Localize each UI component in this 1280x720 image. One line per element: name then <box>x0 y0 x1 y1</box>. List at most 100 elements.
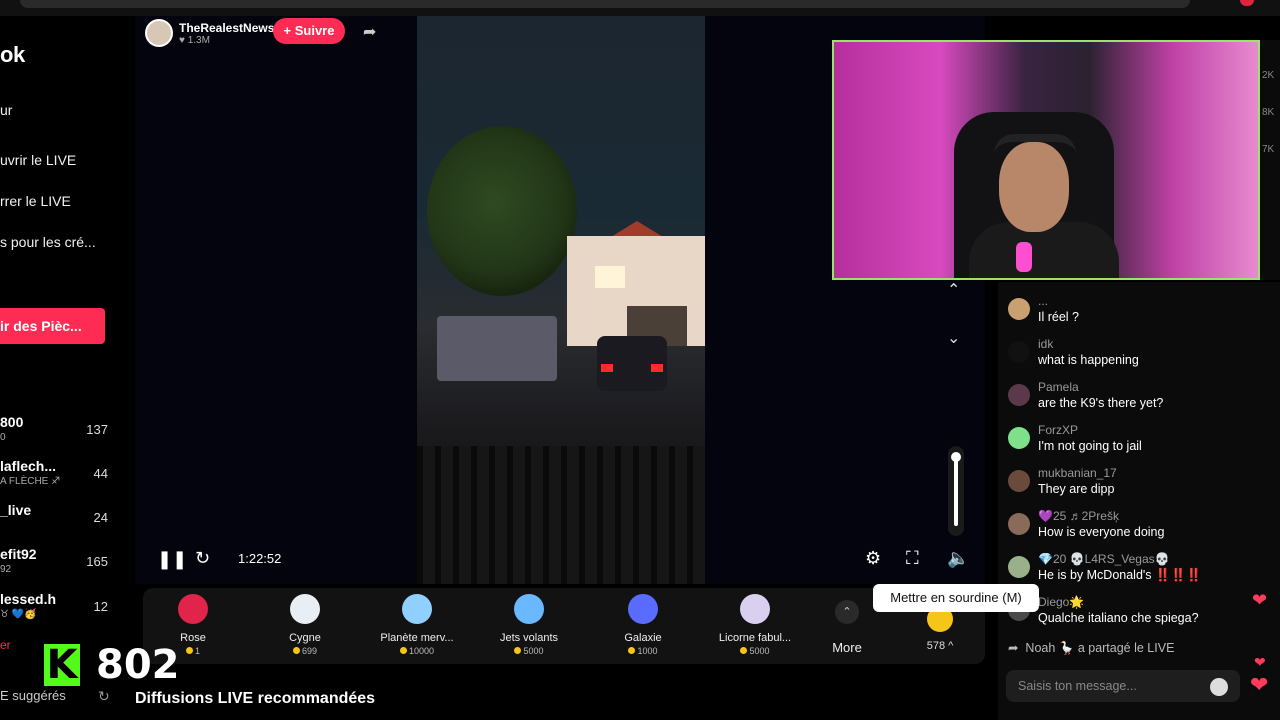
chat-username[interactable]: mukbanian_17 <box>1038 466 1117 480</box>
ranking-name: _live <box>0 502 32 518</box>
chat-text: He is by McDonald's ‼️‼️‼️ <box>1038 568 1202 582</box>
chat-username[interactable]: ... <box>1038 294 1048 308</box>
gifts-bar: Rose 1 Cygne 699 Planète merv... 10000 J… <box>143 588 985 664</box>
side-count: 8K <box>1262 107 1275 118</box>
heart-icon: ❤ <box>1252 590 1268 610</box>
gift-item[interactable]: Galaxie 1000 <box>593 592 693 660</box>
chevron-down-icon[interactable]: ⌄ <box>947 328 960 348</box>
streamer-name[interactable]: TheRealestNews <box>179 21 274 35</box>
chevron-up-icon[interactable]: ⌃ <box>835 600 859 624</box>
jets-icon <box>514 594 544 624</box>
gift-item[interactable]: Cygne 699 <box>255 592 355 660</box>
gift-item[interactable]: Licorne fabul... 5000 <box>705 592 805 660</box>
overlay-count: 802 <box>96 642 180 688</box>
chat-text: How is everyone doing <box>1038 525 1165 539</box>
gift-item[interactable]: Planète merv... 10000 <box>367 592 467 660</box>
coin-icon <box>740 647 748 654</box>
sidebar-item-creators[interactable]: s pour les cré... <box>0 234 96 250</box>
chat-username[interactable]: 💎20 💀L4RS_Vegas💀 <box>1038 552 1170 566</box>
avatar[interactable] <box>1008 556 1030 578</box>
chat-username[interactable]: idk <box>1038 337 1053 351</box>
browser-top-bar <box>0 0 1280 16</box>
pause-icon[interactable]: ❚❚ <box>157 549 187 570</box>
ranking-count: 12 <box>93 599 108 614</box>
chat-input[interactable]: Saisis ton message... <box>1006 670 1240 702</box>
gift-price-value: 5000 <box>523 646 544 656</box>
more-gifts-button[interactable]: More <box>819 640 875 655</box>
avatar[interactable] <box>1008 298 1030 320</box>
gift-price: 10000 <box>367 646 467 656</box>
address-bar[interactable] <box>20 0 1190 8</box>
gift-name: Planète merv... <box>380 632 454 644</box>
video-frame <box>417 16 705 584</box>
ranking-name: lessed.h <box>0 591 57 607</box>
sidebar-item-start-live[interactable]: rrer le LIVE <box>0 193 71 209</box>
record-indicator <box>1240 0 1254 6</box>
rose-icon <box>178 594 208 624</box>
reload-icon[interactable]: ↻ <box>195 548 210 569</box>
ranking-row[interactable]: lessed.h ♉ 💙🥳 12 <box>0 591 120 631</box>
chat-text: Il réel ? <box>1038 310 1079 324</box>
streamer-meta: TheRealestNews ♥ 1.3M <box>179 21 274 46</box>
follow-button[interactable]: + Suivre <box>273 18 345 44</box>
ranking-sub: ♉ 💙🥳 <box>0 609 37 620</box>
left-sidebar: ok ur uvrir le LIVE rrer le LIVE s pour … <box>0 16 125 720</box>
ranking-row[interactable]: _live 24 <box>0 502 120 542</box>
chat-text: are the K9's there yet? <box>1038 396 1164 410</box>
ranking-count: 137 <box>86 422 108 437</box>
kick-logo: K <box>44 644 80 686</box>
chat-username[interactable]: 💜25 ♬2Prešķ <box>1038 509 1119 523</box>
app-logo[interactable]: ok <box>0 42 25 68</box>
avatar[interactable] <box>1008 427 1030 449</box>
gift-price-value: 5000 <box>749 646 770 656</box>
settings-icon[interactable]: ⚙ <box>865 548 881 569</box>
side-count: 7K <box>1262 144 1275 155</box>
share-notice-text: Noah 🪿 a partagé le LIVE <box>1025 641 1175 655</box>
gift-name: Jets volants <box>499 632 559 644</box>
avatar[interactable] <box>1008 470 1030 492</box>
gift-item[interactable]: Jets volants 5000 <box>479 592 579 660</box>
chat-username[interactable]: ForzXP <box>1038 423 1078 437</box>
get-coins-button[interactable]: ir des Pièc... <box>0 308 105 344</box>
headset <box>994 134 1076 154</box>
volume-icon[interactable]: 🔈 <box>947 548 969 569</box>
streamer-avatar[interactable] <box>145 19 173 47</box>
avatar[interactable] <box>1008 513 1030 535</box>
volume-knob[interactable] <box>951 452 961 462</box>
share-icon[interactable]: ➦ <box>363 22 376 42</box>
chevron-up-icon[interactable]: ⌃ <box>947 280 960 300</box>
recommended-live-title: Diffusions LIVE recommandées <box>135 690 376 707</box>
ranking-count: 44 <box>93 466 108 481</box>
share-arrow-icon: ➦ <box>1008 641 1026 655</box>
sidebar-item-open-live[interactable]: uvrir le LIVE <box>0 152 76 168</box>
fullscreen-icon[interactable]: ⛶ <box>906 548 919 569</box>
avatar[interactable] <box>1008 384 1030 406</box>
ranking-row[interactable]: 800 0 137 <box>0 414 120 454</box>
scene-truck <box>437 316 557 381</box>
streamer-likes: ♥ 1.3M <box>179 34 210 46</box>
chat-text: They are dipp <box>1038 482 1115 496</box>
scene-window <box>595 266 625 288</box>
avatar[interactable] <box>1008 341 1030 363</box>
volume-slider[interactable] <box>948 446 964 536</box>
refresh-icon[interactable]: ↻ <box>98 688 110 705</box>
microphone <box>1016 242 1032 272</box>
see-more-link[interactable]: er <box>0 638 11 652</box>
ranking-row[interactable]: efit92 92 165 <box>0 546 120 586</box>
ranking-sub: A FLÈCHE ♐ <box>0 476 61 487</box>
emoji-icon[interactable] <box>1210 678 1228 696</box>
planet-icon <box>402 594 432 624</box>
streamer-info[interactable]: TheRealestNews ♥ 1.3M <box>145 18 274 48</box>
chat-username[interactable]: Diego🌟 <box>1038 595 1084 609</box>
coin-balance[interactable]: 578 ^ <box>915 640 965 652</box>
side-count: 2K <box>1262 70 1275 81</box>
gift-price: 5000 <box>479 646 579 656</box>
chat-username[interactable]: Pamela <box>1038 380 1079 394</box>
ranking-sub: 0 <box>0 432 6 443</box>
like-heart-icon[interactable]: ❤ <box>1250 672 1268 698</box>
gift-name: Licorne fabul... <box>718 632 792 644</box>
ranking-name: laflech... <box>0 458 57 474</box>
ranking-row[interactable]: laflech... A FLÈCHE ♐ 44 <box>0 458 120 498</box>
gift-price: 1000 <box>593 646 693 656</box>
sidebar-item-0[interactable]: ur <box>0 102 12 118</box>
